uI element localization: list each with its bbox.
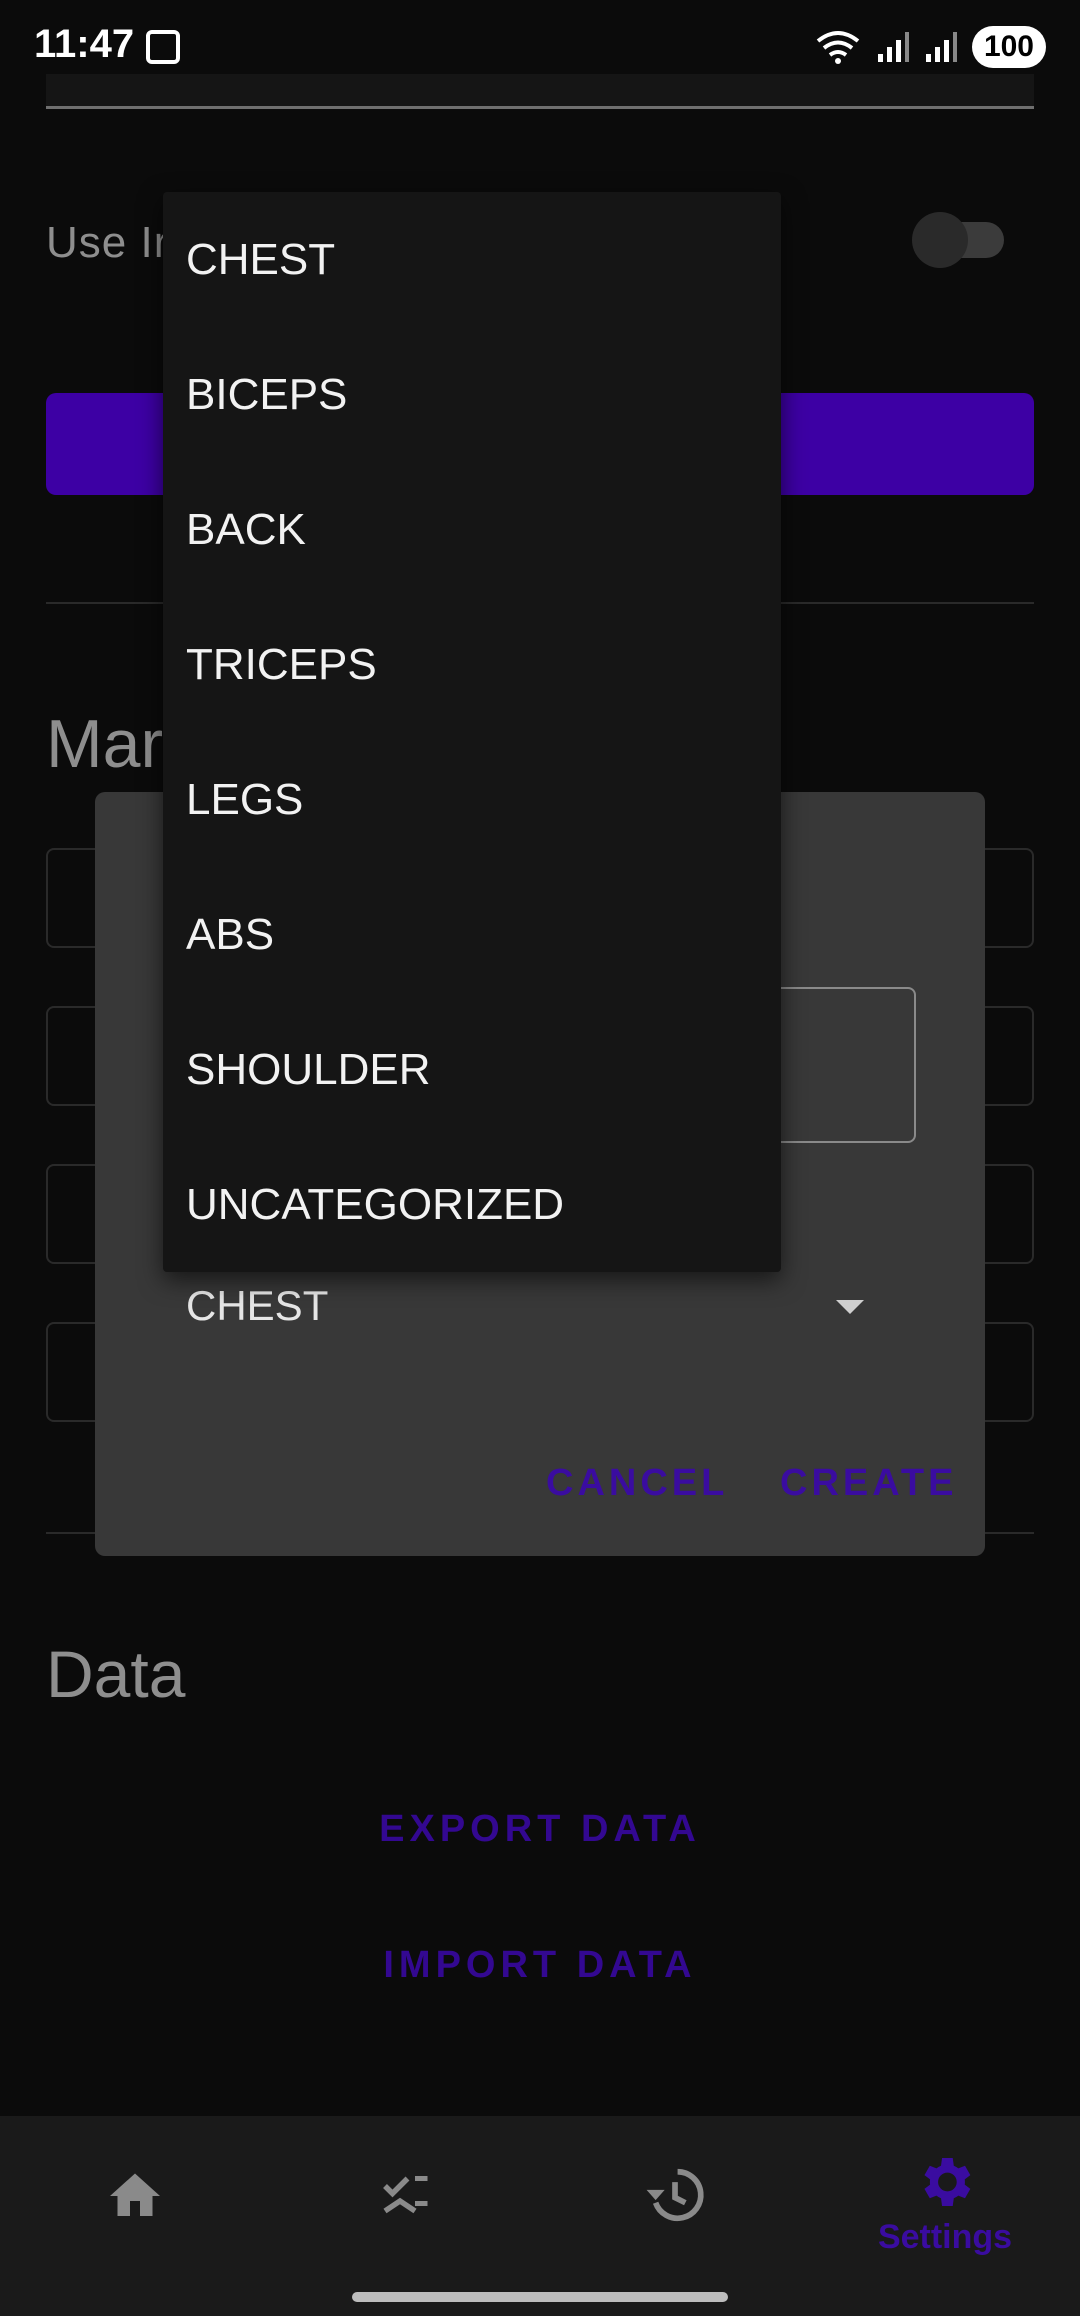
signal-icon-2 (925, 32, 957, 62)
data-section-title: Data (46, 1637, 186, 1711)
export-data-button[interactable]: EXPORT DATA (0, 1808, 1080, 1851)
chevron-down-icon[interactable] (836, 1300, 864, 1314)
wifi-icon (816, 31, 860, 64)
menu-item-triceps[interactable]: TRICEPS (163, 597, 781, 732)
gear-icon (924, 2158, 971, 2206)
home-icon (110, 2173, 160, 2216)
create-button[interactable]: CREATE (780, 1462, 957, 1505)
menu-item-biceps[interactable]: BICEPS (163, 327, 781, 462)
toggle-thumb (912, 212, 968, 268)
import-data-button[interactable]: IMPORT DATA (0, 1944, 1080, 1987)
nav-settings-label: Settings (877, 2218, 1013, 2256)
settings-top-field[interactable] (46, 74, 1034, 109)
category-select-value[interactable]: CHEST (186, 1282, 328, 1330)
dialog-name-input[interactable] (760, 987, 916, 1143)
signal-icon (877, 32, 909, 62)
status-icons: 100 (814, 26, 1046, 68)
battery-indicator: 100 (971, 26, 1046, 68)
nav-exercises[interactable] (270, 2150, 540, 2280)
category-dropdown-menu: CHEST BICEPS BACK TRICEPS LEGS ABS SHOUL… (163, 192, 781, 1272)
cancel-button[interactable]: CANCEL (546, 1462, 728, 1505)
menu-item-uncategorized[interactable]: UNCATEGORIZED (163, 1137, 781, 1272)
exercises-icon (383, 2176, 428, 2214)
menu-item-abs[interactable]: ABS (163, 867, 781, 1002)
status-time: 11:47 (34, 22, 135, 66)
manage-section-title: Mar (46, 706, 164, 782)
home-indicator[interactable] (352, 2292, 728, 2302)
menu-item-chest[interactable]: CHEST (163, 192, 781, 327)
nav-settings[interactable]: Settings (810, 2150, 1080, 2280)
nav-home[interactable] (0, 2150, 270, 2280)
screenshot-icon (146, 30, 180, 64)
nav-history[interactable] (540, 2150, 810, 2280)
menu-item-shoulder[interactable]: SHOULDER (163, 1002, 781, 1137)
menu-item-back[interactable]: BACK (163, 462, 781, 597)
use-setting-label: Use Ir (46, 218, 170, 267)
history-icon (646, 2168, 704, 2222)
menu-item-legs[interactable]: LEGS (163, 732, 781, 867)
